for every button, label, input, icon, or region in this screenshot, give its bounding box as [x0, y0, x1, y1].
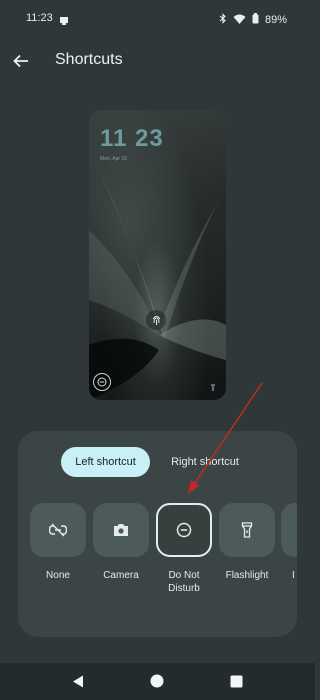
camera-icon [114, 524, 128, 536]
tab-right-shortcut[interactable]: Right shortcut [160, 447, 250, 477]
preview-clock: 11 23 [100, 125, 164, 152]
shortcut-label: Flashlight [225, 570, 269, 581]
shortcut-label: None [46, 570, 70, 581]
shortcut-tile[interactable] [219, 503, 275, 557]
battery-icon [252, 11, 259, 29]
nav-back-button[interactable] [70, 673, 86, 689]
shortcut-tile-selected[interactable] [156, 503, 212, 557]
lockscreen-preview: 11 23 Mon, Apr 15 [89, 110, 226, 400]
status-time: 11:23 [26, 12, 53, 24]
shortcut-option-camera[interactable]: Camera [93, 503, 149, 582]
shortcut-tile[interactable] [281, 503, 297, 557]
shortcut-label: Do Not Disturb [168, 570, 200, 594]
fingerprint-icon [146, 310, 166, 330]
do-not-disturb-icon [176, 522, 192, 538]
navigation-bar [0, 663, 315, 700]
notification-icon [59, 13, 69, 25]
shortcut-option-flashlight[interactable]: Flashlight [219, 503, 275, 582]
recents-square-icon [230, 675, 242, 687]
arrow-back-icon [13, 54, 28, 68]
status-bar: 11:23 89% [0, 0, 315, 36]
shortcut-tile[interactable] [30, 503, 86, 557]
shortcut-option-do-not-disturb[interactable]: Do Not Disturb [156, 503, 212, 595]
back-button[interactable] [10, 50, 32, 72]
shortcut-tile[interactable] [93, 503, 149, 557]
wifi-icon [233, 11, 246, 29]
flashlight-icon [211, 384, 215, 391]
page-title: Shortcuts [55, 51, 123, 68]
battery-percentage: 89% [264, 14, 287, 26]
shortcut-label: I [292, 570, 295, 581]
shortcut-label: Camera [103, 570, 139, 581]
wallpaper-image [89, 170, 226, 400]
home-circle-icon [150, 674, 164, 688]
do-not-disturb-icon [97, 377, 107, 387]
shortcut-panel: Left shortcut Right shortcut None Camera… [18, 431, 297, 637]
nav-recents-button[interactable] [228, 673, 244, 689]
bluetooth-icon [219, 11, 227, 29]
preview-date: Mon, Apr 15 [100, 156, 127, 162]
preview-left-shortcut [93, 373, 111, 391]
link-off-icon [49, 523, 67, 537]
nav-home-button[interactable] [149, 673, 165, 689]
back-triangle-icon [73, 675, 83, 687]
shortcut-option-overflow[interactable]: I [281, 503, 297, 583]
preview-right-shortcut [210, 378, 216, 391]
shortcut-option-none[interactable]: None [30, 503, 86, 582]
app-bar: Shortcuts [0, 40, 315, 80]
flashlight-icon [241, 522, 253, 538]
status-icons: 89% [219, 11, 287, 29]
tab-left-shortcut[interactable]: Left shortcut [61, 447, 150, 477]
